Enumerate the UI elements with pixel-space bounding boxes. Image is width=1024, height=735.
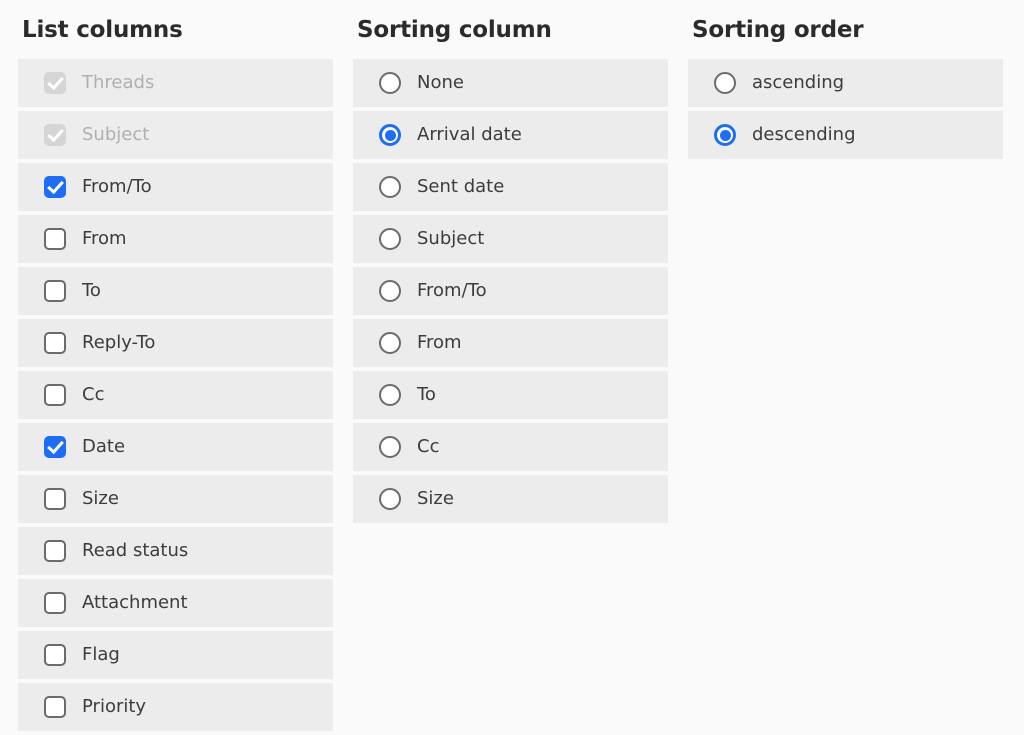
checkbox-unchecked-icon[interactable] — [44, 540, 66, 562]
radio-unselected-icon[interactable] — [379, 228, 401, 250]
checkbox-unchecked-icon[interactable] — [44, 332, 66, 354]
list-columns-title: List columns — [22, 17, 183, 43]
option-row[interactable]: descending — [688, 111, 1003, 159]
option-label: From/To — [417, 280, 487, 301]
sorting-column-rows: None Arrival date Sent date Subject From/To F… — [353, 59, 668, 523]
option-row[interactable]: Attachment — [18, 579, 333, 627]
checkmark-icon — [47, 124, 64, 143]
option-label: Size — [82, 488, 119, 509]
option-label: descending — [752, 124, 856, 145]
option-row[interactable]: From/To — [353, 267, 668, 315]
radio-unselected-icon[interactable] — [379, 332, 401, 354]
option-row[interactable]: Reply-To — [18, 319, 333, 367]
sorting-order-rows: ascending descending — [688, 59, 1003, 159]
option-row[interactable]: Size — [353, 475, 668, 523]
option-label: Subject — [417, 228, 485, 249]
checkbox-checked-icon — [44, 72, 66, 94]
option-row[interactable]: None — [353, 59, 668, 107]
checkbox-checked-icon — [44, 124, 66, 146]
option-row[interactable]: Cc — [353, 423, 668, 471]
option-label: None — [417, 72, 464, 93]
option-row[interactable]: Subject — [353, 215, 668, 263]
checkbox-unchecked-icon[interactable] — [44, 228, 66, 250]
option-label: From — [82, 228, 127, 249]
checkbox-unchecked-icon[interactable] — [44, 644, 66, 666]
option-label: Cc — [417, 436, 440, 457]
option-label: From/To — [82, 176, 152, 197]
checkmark-icon — [47, 176, 64, 195]
radio-unselected-icon[interactable] — [379, 384, 401, 406]
option-row[interactable]: To — [18, 267, 333, 315]
option-label: Threads — [82, 72, 155, 93]
option-row[interactable]: Read status — [18, 527, 333, 575]
option-row[interactable]: ascending — [688, 59, 1003, 107]
option-label: To — [82, 280, 101, 301]
option-row[interactable]: Date — [18, 423, 333, 471]
sorting-order-section: Sorting order ascending descending — [688, 0, 1003, 163]
option-label: Read status — [82, 540, 189, 561]
option-row[interactable]: From/To — [18, 163, 333, 211]
checkbox-unchecked-icon[interactable] — [44, 384, 66, 406]
radio-unselected-icon[interactable] — [379, 436, 401, 458]
option-label: Reply-To — [82, 332, 156, 353]
list-columns-rows: Threads Subject From/To From To Reply-To Cc Dat… — [18, 59, 333, 731]
radio-unselected-icon[interactable] — [379, 280, 401, 302]
radio-dot-icon — [384, 129, 396, 141]
radio-selected-icon[interactable] — [714, 124, 736, 146]
option-label: Sent date — [417, 176, 505, 197]
option-label: Attachment — [82, 592, 188, 613]
option-row[interactable]: To — [353, 371, 668, 419]
checkbox-unchecked-icon[interactable] — [44, 592, 66, 614]
option-label: Date — [82, 436, 126, 457]
option-label: Priority — [82, 696, 147, 717]
radio-unselected-icon[interactable] — [379, 176, 401, 198]
radio-unselected-icon[interactable] — [379, 488, 401, 510]
option-row[interactable]: Flag — [18, 631, 333, 679]
checkbox-unchecked-icon[interactable] — [44, 488, 66, 510]
option-row[interactable]: Size — [18, 475, 333, 523]
option-row: Subject — [18, 111, 333, 159]
settings-panel: List columns Threads Subject From/To From To… — [0, 0, 1024, 731]
list-columns-section: List columns Threads Subject From/To From To… — [18, 0, 333, 735]
radio-dot-icon — [719, 129, 731, 141]
option-row[interactable]: Priority — [18, 683, 333, 731]
radio-unselected-icon[interactable] — [714, 72, 736, 94]
checkbox-checked-icon[interactable] — [44, 436, 66, 458]
checkmark-icon — [47, 436, 64, 455]
option-row[interactable]: Arrival date — [353, 111, 668, 159]
option-label: Size — [417, 488, 454, 509]
checkbox-checked-icon[interactable] — [44, 176, 66, 198]
option-label: To — [417, 384, 436, 405]
option-label: Flag — [82, 644, 120, 665]
option-label: Subject — [82, 124, 150, 145]
checkbox-unchecked-icon[interactable] — [44, 280, 66, 302]
radio-selected-icon[interactable] — [379, 124, 401, 146]
checkmark-icon — [47, 72, 64, 91]
option-row: Threads — [18, 59, 333, 107]
option-row[interactable]: Cc — [18, 371, 333, 419]
sorting-column-section: Sorting column None Arrival date Sent date… — [353, 0, 668, 527]
checkbox-unchecked-icon[interactable] — [44, 696, 66, 718]
option-row[interactable]: From — [18, 215, 333, 263]
sorting-order-title: Sorting order — [692, 17, 864, 43]
radio-unselected-icon[interactable] — [379, 72, 401, 94]
option-label: Arrival date — [417, 124, 522, 145]
option-label: ascending — [752, 72, 845, 93]
sorting-column-title: Sorting column — [357, 17, 552, 43]
option-row[interactable]: Sent date — [353, 163, 668, 211]
option-label: Cc — [82, 384, 105, 405]
option-row[interactable]: From — [353, 319, 668, 367]
option-label: From — [417, 332, 462, 353]
